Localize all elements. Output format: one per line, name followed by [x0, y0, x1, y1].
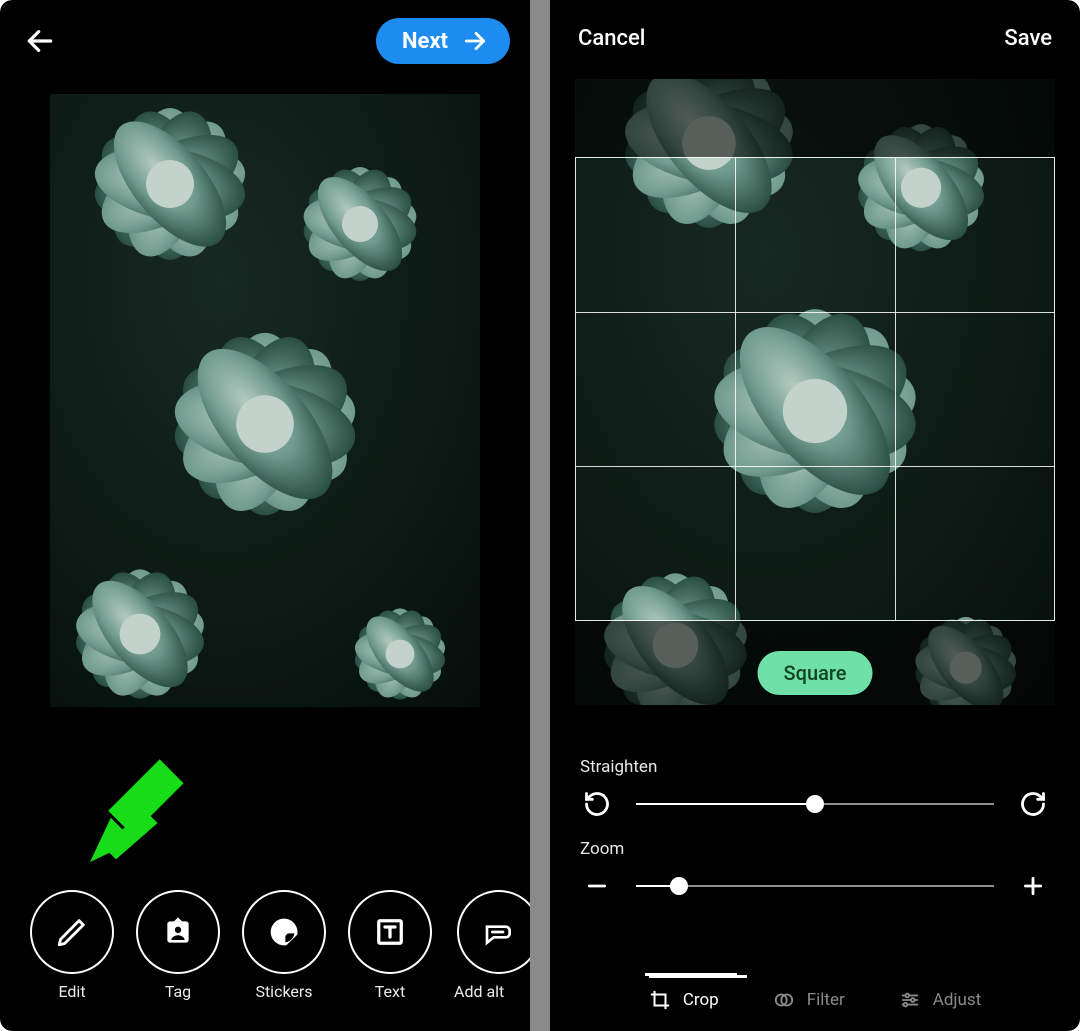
cancel-button[interactable]: Cancel	[578, 26, 645, 51]
zoom-slider[interactable]	[636, 885, 994, 887]
tool-add-alt[interactable]: Add alt	[454, 890, 504, 1001]
alt-text-icon	[483, 916, 515, 948]
zoom-out-button[interactable]	[580, 869, 614, 903]
tag-person-icon	[162, 916, 194, 948]
compose-media-screen: Next Edit Tag	[0, 0, 530, 1031]
zoom-control: Zoom	[580, 839, 1050, 903]
arrow-left-icon	[24, 25, 56, 57]
crop-grid-overlay[interactable]	[575, 157, 1055, 621]
tab-crop[interactable]: Crop	[649, 975, 719, 1011]
crop-canvas[interactable]: Square	[575, 79, 1055, 705]
attached-media-preview[interactable]	[50, 94, 480, 707]
tool-edit-label: Edit	[58, 982, 85, 1001]
straighten-thumb[interactable]	[806, 795, 824, 813]
tool-tag-label: Tag	[165, 982, 191, 1001]
tab-adjust[interactable]: Adjust	[899, 975, 981, 1011]
straighten-label: Straighten	[580, 757, 1050, 777]
minus-icon	[584, 873, 610, 899]
tab-filter-label: Filter	[807, 990, 845, 1010]
zoom-label: Zoom	[580, 839, 1050, 859]
edit-mode-tabs: Crop Filter Adjust	[550, 975, 1080, 1011]
zoom-thumb[interactable]	[670, 877, 688, 895]
tab-crop-label: Crop	[683, 990, 719, 1010]
tool-edit[interactable]: Edit	[30, 890, 114, 1001]
tool-tag[interactable]: Tag	[136, 890, 220, 1001]
crop-aspect-button[interactable]: Square	[758, 651, 873, 695]
tool-stickers-label: Stickers	[255, 982, 312, 1001]
back-button[interactable]	[20, 21, 60, 61]
tool-text[interactable]: Text	[348, 890, 432, 1001]
arrow-right-icon	[462, 28, 488, 54]
rotate-cw-icon	[1019, 790, 1047, 818]
edit-crop-screen: Cancel Save Square Straighten	[550, 0, 1080, 1031]
callout-arrow-icon	[90, 732, 220, 862]
crop-dim-top	[575, 79, 1055, 157]
crop-sliders: Straighten Zoom	[580, 757, 1050, 903]
zoom-in-button[interactable]	[1016, 869, 1050, 903]
tool-stickers[interactable]: Stickers	[242, 890, 326, 1001]
adjust-icon	[899, 989, 921, 1011]
pencil-icon	[55, 915, 89, 949]
sticker-icon	[268, 916, 300, 948]
rotate-cw-button[interactable]	[1016, 787, 1050, 821]
save-button[interactable]: Save	[1004, 26, 1052, 51]
straighten-slider[interactable]	[636, 803, 994, 805]
tool-add-alt-label: Add alt	[454, 982, 504, 1001]
crop-aspect-label: Square	[784, 661, 847, 685]
rotate-ccw-icon	[583, 790, 611, 818]
next-button[interactable]: Next	[376, 18, 510, 64]
straighten-control: Straighten	[580, 757, 1050, 821]
rotate-ccw-button[interactable]	[580, 787, 614, 821]
edit-header: Cancel Save	[550, 0, 1080, 61]
tab-adjust-label: Adjust	[933, 990, 981, 1010]
text-icon	[375, 917, 405, 947]
screenshot-divider	[530, 0, 550, 1031]
tab-filter[interactable]: Filter	[773, 975, 845, 1011]
media-tool-bar: Edit Tag Stickers Text Add alt	[0, 890, 530, 1001]
filter-icon	[773, 989, 795, 1011]
tool-text-label: Text	[375, 982, 405, 1001]
plus-icon	[1020, 873, 1046, 899]
crop-icon	[649, 989, 671, 1011]
next-button-label: Next	[402, 29, 448, 54]
compose-header: Next	[0, 0, 530, 72]
